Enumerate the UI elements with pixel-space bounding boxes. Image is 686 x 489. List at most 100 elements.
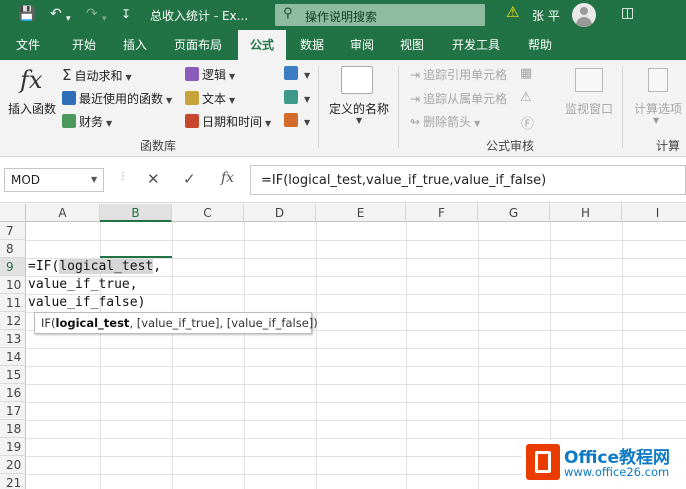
search-placeholder: 操作说明搜索 [305, 10, 378, 24]
column-header[interactable]: B [100, 204, 172, 222]
divider [318, 66, 319, 148]
cancel-icon[interactable]: ✕ [147, 170, 160, 188]
row-header[interactable]: 8 [0, 240, 26, 258]
tab-help[interactable]: 帮助 [516, 30, 564, 60]
grid-line [406, 222, 407, 489]
save-icon[interactable]: 💾 [18, 4, 35, 24]
recent-functions-button[interactable]: 最近使用的函数 ▼ [62, 90, 172, 107]
customize-qat-icon[interactable]: ↧ [121, 4, 131, 24]
row-header[interactable]: 21 [0, 474, 26, 489]
row-header[interactable]: 9 [0, 258, 26, 276]
more-functions-button[interactable]: ▼ [284, 113, 310, 128]
row-header[interactable]: 14 [0, 348, 26, 366]
row-header[interactable]: 18 [0, 420, 26, 438]
column-header[interactable]: A [26, 204, 100, 222]
name-box-value: MOD [11, 173, 41, 187]
grid-line [478, 222, 479, 489]
defined-names-icon[interactable] [341, 66, 373, 94]
tab-insert[interactable]: 插入 [112, 30, 158, 60]
remove-arrows-button: ↬ 删除箭头 ▼ [410, 115, 481, 129]
financial-icon [62, 114, 76, 128]
row-header[interactable]: 16 [0, 384, 26, 402]
lookup-icon [284, 66, 298, 80]
datetime-button[interactable]: 日期和时间 ▼ [185, 113, 271, 130]
row-header[interactable]: 11 [0, 294, 26, 312]
text-icon [185, 91, 199, 105]
tab-home[interactable]: 开始 [56, 30, 112, 60]
row-header[interactable]: 19 [0, 438, 26, 456]
calc-options-button: 计算选项 [634, 102, 683, 116]
star-icon [62, 91, 76, 105]
cell-editor[interactable]: =IF(logical_test, value_if_true, value_i… [28, 258, 161, 312]
math-trig-button[interactable]: ▼ [284, 90, 310, 105]
row-header[interactable]: 15 [0, 366, 26, 384]
row-header[interactable]: 17 [0, 402, 26, 420]
column-header[interactable]: C [172, 204, 244, 222]
lookup-reference-button[interactable]: ▼ [284, 66, 310, 81]
tab-formulas[interactable]: 公式 [238, 30, 286, 60]
column-header[interactable]: F [406, 204, 478, 222]
grid-line [26, 420, 686, 421]
grid-line [26, 438, 686, 439]
logical-button[interactable]: 逻辑 ▼ [185, 66, 235, 83]
select-all-corner[interactable] [0, 204, 26, 222]
watermark: Office教程网 www.office26.com [522, 440, 686, 489]
tab-review[interactable]: 审阅 [338, 30, 386, 60]
financial-button[interactable]: 财务 ▼ [62, 113, 112, 130]
formula-bar: MOD ▼ ⋮ ✕ ✓ fx =IF(logical_test,value_if… [0, 157, 686, 203]
grid-line [26, 240, 686, 241]
insert-function-icon[interactable]: fx [20, 66, 42, 94]
calculator-icon [648, 68, 668, 92]
tab-data[interactable]: 数据 [288, 30, 336, 60]
text-button[interactable]: 文本 ▼ [185, 90, 235, 107]
tab-file[interactable]: 文件 [0, 30, 56, 60]
row-header[interactable]: 7 [0, 222, 26, 240]
divider [398, 66, 399, 148]
row-header[interactable]: 13 [0, 330, 26, 348]
undo-dropdown-icon[interactable]: ▾ [66, 9, 71, 29]
user-name[interactable]: 张 平 [532, 7, 560, 24]
ribbon-display-options-icon[interactable]: ◫ [621, 5, 634, 21]
row-header[interactable]: 20 [0, 456, 26, 474]
math-icon [284, 90, 298, 104]
tab-developer[interactable]: 开发工具 [440, 30, 512, 60]
grid-line [26, 384, 686, 385]
cell-line-1: =IF(logical_test, [28, 259, 162, 274]
avatar[interactable] [572, 3, 596, 27]
function-tooltip[interactable]: IF(logical_test, [value_if_true], [value… [34, 312, 318, 334]
trace-precedents-button: ⇥ 追踪引用单元格 [410, 68, 508, 82]
column-header[interactable]: I [622, 204, 686, 222]
enter-check-icon[interactable]: ✓ [183, 170, 196, 188]
error-checking-icon: ⚠ [520, 90, 532, 105]
tell-me-search[interactable]: ⚲ 操作说明搜索 [275, 4, 485, 26]
chevron-down-icon: ▼ [653, 116, 660, 125]
row-header[interactable]: 10 [0, 276, 26, 294]
grid-line [316, 222, 317, 489]
column-header[interactable]: H [550, 204, 622, 222]
column-header[interactable]: G [478, 204, 550, 222]
undo-icon[interactable]: ↶ [50, 4, 62, 24]
watch-window-icon [575, 68, 603, 92]
defined-names-button[interactable]: 定义的名称 [329, 100, 389, 117]
name-box[interactable]: MOD ▼ [4, 168, 104, 192]
cell-line-3: value_if_false) [28, 295, 146, 310]
column-header[interactable]: E [316, 204, 406, 222]
grid-line [26, 366, 686, 367]
warning-icon[interactable]: ⚠ [506, 3, 519, 21]
column-header[interactable]: D [244, 204, 316, 222]
row-header[interactable]: 12 [0, 312, 26, 330]
more-functions-icon [284, 113, 298, 127]
chevron-down-icon: ▼ [91, 175, 98, 184]
redo-dropdown-icon: ▾ [102, 14, 107, 24]
trace-dependents-icon: ⇥ [410, 92, 421, 106]
tab-page-layout[interactable]: 页面布局 [160, 30, 236, 60]
calendar-icon [185, 114, 199, 128]
insert-function-fx-icon[interactable]: fx [221, 170, 234, 186]
evaluate-formula-icon: Ⓕ [521, 117, 535, 132]
autosum-button[interactable]: Σ 自动求和 ▼ [62, 66, 132, 84]
grid-line [244, 222, 245, 489]
tab-view[interactable]: 视图 [388, 30, 436, 60]
insert-function-button[interactable]: 插入函数 [8, 100, 56, 117]
group-label-auditing: 公式审核 [486, 139, 535, 153]
formula-input[interactable]: =IF(logical_test,value_if_true,value_if_… [250, 165, 686, 195]
